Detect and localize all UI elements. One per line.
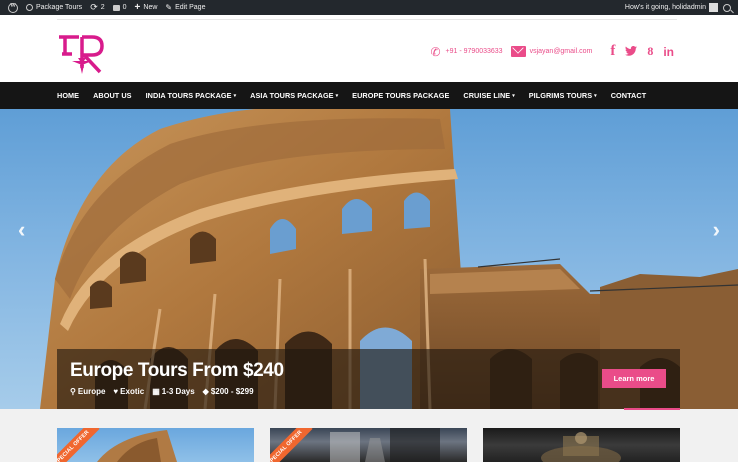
nav-item-cruise-line[interactable]: CRUISE LINE ▾ (456, 91, 521, 100)
social-links: f 8 in (600, 43, 674, 60)
nav-item-about-us[interactable]: ABOUT US (86, 91, 139, 100)
tour-card[interactable] (483, 428, 680, 462)
twitter-icon[interactable] (625, 45, 638, 59)
caret-down-icon: ▾ (594, 93, 597, 99)
search-icon[interactable] (723, 3, 731, 12)
new-content-link[interactable]: + New (131, 0, 162, 15)
header-divider (57, 19, 677, 20)
main-nav: HOME ABOUT US INDIA TOURS PACKAGE ▾ ASIA TOU… (0, 82, 738, 109)
site-header: ✆ +91 - 9790033633 vsjayan@gmail.com f 8… (0, 15, 738, 82)
learn-more-button[interactable]: Learn more (602, 369, 666, 388)
phone-number[interactable]: +91 - 9790033633 (446, 48, 503, 55)
slide-category: Exotic (120, 387, 145, 396)
map-marker-icon: ⚲ (70, 387, 76, 396)
nav-item-label: CONTACT (610, 91, 647, 100)
comments-link[interactable]: 0 (109, 0, 131, 15)
nav-item-home[interactable]: HOME (50, 91, 86, 100)
edit-page-label: Edit Page (175, 4, 206, 11)
admin-bar: Package Tours ⟳ 2 0 + New ✎ Edit Page Ho… (0, 0, 738, 15)
tour-card[interactable]: SPECIAL OFFER (270, 428, 467, 462)
heart-icon: ♥ (113, 387, 119, 396)
nav-item-pilgrims-tours[interactable]: PILGRIMS TOURS ▾ (522, 91, 604, 100)
nav-item-label: ABOUT US (93, 91, 132, 100)
google-plus-icon[interactable]: 8 (647, 44, 653, 59)
nav-item-label: INDIA TOURS PACKAGE (145, 91, 232, 100)
slide-title[interactable]: Europe Tours From $240 (70, 360, 284, 382)
envelope-icon (510, 46, 526, 57)
tour-card-image (541, 432, 621, 462)
email-link[interactable]: vsjayan@gmail.com (530, 48, 593, 55)
site-name-link[interactable]: Package Tours (22, 0, 86, 15)
site-name: Package Tours (36, 4, 83, 11)
dashboard-icon (26, 4, 33, 11)
hero-slider: ‹ › Europe Tours From $240 ⚲ Europe ♥ Exot… (0, 109, 738, 409)
nav-item-contact[interactable]: CONTACT (604, 91, 653, 100)
updates-link[interactable]: ⟳ 2 (86, 0, 108, 15)
slide-price: $200 - $299 (210, 387, 254, 396)
phone-icon: ✆ (430, 44, 441, 59)
plus-icon: + (134, 2, 141, 13)
contact-info: ✆ +91 - 9790033633 vsjayan@gmail.com f 8… (430, 43, 674, 60)
calendar-icon: ▦ (152, 387, 160, 396)
slide-location: Europe (77, 387, 106, 396)
nav-item-asia-tours-package[interactable]: ASIA TOURS PACKAGE ▾ (243, 91, 345, 100)
tour-card[interactable]: SPECIAL OFFER (57, 428, 254, 462)
linkedin-icon[interactable]: in (663, 45, 674, 59)
nav-item-label: EUROPE TOURS PACKAGE (352, 91, 450, 100)
slide-meta: ⚲ Europe ♥ Exotic ▦ 1-3 Days ◆ $200 - $299 (70, 387, 262, 396)
comments-count: 0 (122, 4, 127, 11)
slider-next-arrow[interactable]: › (713, 217, 720, 243)
caret-down-icon: ▾ (512, 93, 515, 99)
refresh-icon: ⟳ (90, 2, 98, 12)
facebook-icon[interactable]: f (610, 43, 615, 60)
comment-icon (112, 4, 120, 11)
slide-duration: 1-3 Days (161, 387, 195, 396)
my-account-link[interactable]: How's it going, holidadmin (621, 0, 706, 15)
nav-item-label: PILGRIMS TOURS (528, 91, 593, 100)
slider-progress-bar (624, 408, 680, 410)
greeting: How's it going, holidadmin (624, 4, 706, 11)
caret-down-icon: ▾ (335, 93, 339, 99)
pencil-icon: ✎ (165, 3, 173, 12)
slider-prev-arrow[interactable]: ‹ (18, 217, 25, 243)
nav-item-label: ASIA TOURS PACKAGE (250, 91, 334, 100)
updates-count: 2 (100, 4, 105, 11)
edit-page-link[interactable]: ✎ Edit Page (161, 0, 209, 15)
tag-icon: ◆ (202, 387, 209, 396)
nav-item-india-tours-package[interactable]: INDIA TOURS PACKAGE ▾ (139, 91, 244, 100)
nav-item-europe-tours-package[interactable]: EUROPE TOURS PACKAGE (345, 91, 456, 100)
nav-item-label: CRUISE LINE (463, 91, 511, 100)
new-label: New (143, 4, 158, 11)
nav-item-label: HOME (57, 91, 80, 100)
wordpress-logo-icon[interactable] (0, 0, 22, 15)
caret-down-icon: ▾ (233, 93, 237, 99)
site-logo[interactable] (58, 34, 106, 76)
avatar[interactable] (709, 3, 718, 12)
slide-caption: Europe Tours From $240 ⚲ Europe ♥ Exotic ▦… (57, 349, 680, 409)
